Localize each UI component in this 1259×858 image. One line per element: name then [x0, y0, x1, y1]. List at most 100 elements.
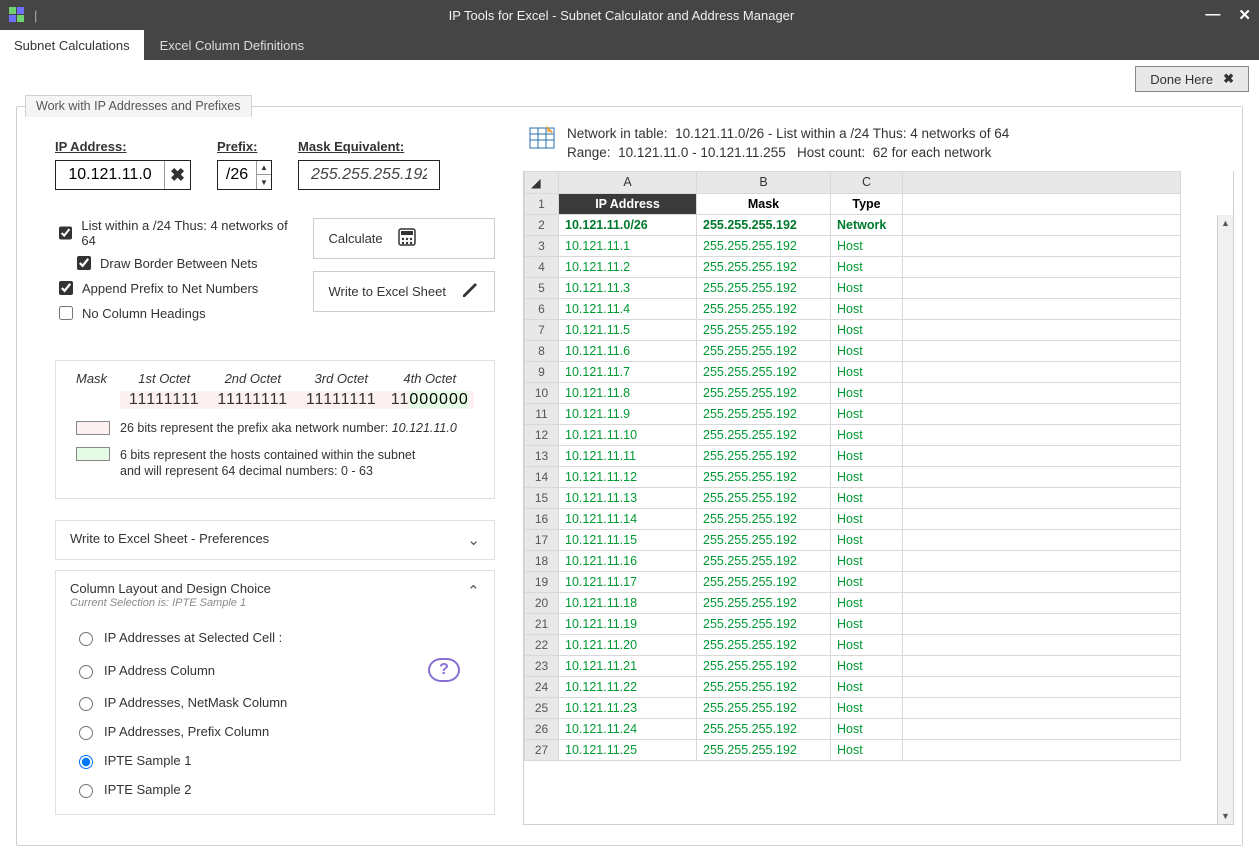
- row-header[interactable]: 17: [525, 529, 559, 550]
- table-row[interactable]: 1710.121.11.15255.255.255.192Host: [525, 529, 1181, 550]
- help-icon[interactable]: ?: [428, 658, 460, 682]
- table-row[interactable]: 1810.121.11.16255.255.255.192Host: [525, 550, 1181, 571]
- chk-no-column-headings[interactable]: [59, 306, 73, 320]
- row-header[interactable]: 23: [525, 655, 559, 676]
- cell-mask[interactable]: 255.255.255.192: [697, 445, 831, 466]
- row-header[interactable]: 13: [525, 445, 559, 466]
- table-row[interactable]: 1910.121.11.17255.255.255.192Host: [525, 571, 1181, 592]
- row-header[interactable]: 16: [525, 508, 559, 529]
- cell-ip[interactable]: 10.121.11.10: [559, 424, 697, 445]
- cell-type[interactable]: Host: [831, 697, 903, 718]
- cell-ip[interactable]: 10.121.11.14: [559, 508, 697, 529]
- cell-ip[interactable]: 10.121.11.17: [559, 571, 697, 592]
- row-header[interactable]: 19: [525, 571, 559, 592]
- cell-type[interactable]: Host: [831, 298, 903, 319]
- ip-address-input[interactable]: [56, 166, 164, 184]
- table-row[interactable]: 1110.121.11.9255.255.255.192Host: [525, 403, 1181, 424]
- cell-ip[interactable]: 10.121.11.8: [559, 382, 697, 403]
- cell-type[interactable]: Host: [831, 676, 903, 697]
- tab-subnet-calculations[interactable]: Subnet Calculations: [0, 30, 144, 60]
- col-header-b[interactable]: B: [697, 171, 831, 193]
- cell-ip[interactable]: 10.121.11.13: [559, 487, 697, 508]
- cell-mask[interactable]: 255.255.255.192: [697, 613, 831, 634]
- tab-excel-column-definitions[interactable]: Excel Column Definitions: [146, 30, 319, 60]
- cell-ip[interactable]: 10.121.11.4: [559, 298, 697, 319]
- cell-ip[interactable]: 10.121.11.20: [559, 634, 697, 655]
- row-header[interactable]: 25: [525, 697, 559, 718]
- cell-mask[interactable]: 255.255.255.192: [697, 634, 831, 655]
- row-header[interactable]: 2: [525, 214, 559, 235]
- radio-ipte-sample-1[interactable]: [79, 755, 93, 769]
- radio-ip-at-cell[interactable]: [79, 632, 93, 646]
- cell-type[interactable]: Host: [831, 592, 903, 613]
- cell-ip[interactable]: 10.121.11.3: [559, 277, 697, 298]
- row-header[interactable]: 24: [525, 676, 559, 697]
- table-row[interactable]: 2610.121.11.24255.255.255.192Host: [525, 718, 1181, 739]
- cell-ip[interactable]: 10.121.11.22: [559, 676, 697, 697]
- row-header[interactable]: 14: [525, 466, 559, 487]
- cell-ip[interactable]: 10.121.11.1: [559, 235, 697, 256]
- col-header-blank[interactable]: [903, 171, 1181, 193]
- cell-type[interactable]: Host: [831, 613, 903, 634]
- scroll-down-icon[interactable]: ▼: [1218, 808, 1233, 824]
- chk-append-prefix[interactable]: [59, 281, 73, 295]
- prefix-input[interactable]: [218, 166, 256, 184]
- cell-mask[interactable]: 255.255.255.192: [697, 697, 831, 718]
- cell-mask[interactable]: 255.255.255.192: [697, 676, 831, 697]
- table-row[interactable]: 310.121.11.1255.255.255.192Host: [525, 235, 1181, 256]
- table-row[interactable]: 210.121.11.0/26255.255.255.192Network: [525, 214, 1181, 235]
- cell-mask[interactable]: 255.255.255.192: [697, 592, 831, 613]
- cell-type[interactable]: Host: [831, 382, 903, 403]
- cell-ip[interactable]: 10.121.11.2: [559, 256, 697, 277]
- table-row[interactable]: 2410.121.11.22255.255.255.192Host: [525, 676, 1181, 697]
- cell-type[interactable]: Host: [831, 571, 903, 592]
- row-header[interactable]: 7: [525, 319, 559, 340]
- cell-ip[interactable]: 10.121.11.6: [559, 340, 697, 361]
- table-row[interactable]: 710.121.11.5255.255.255.192Host: [525, 319, 1181, 340]
- row-header[interactable]: 27: [525, 739, 559, 760]
- row-header[interactable]: 20: [525, 592, 559, 613]
- table-row[interactable]: 2310.121.11.21255.255.255.192Host: [525, 655, 1181, 676]
- done-here-button[interactable]: Done Here ✖: [1135, 66, 1249, 92]
- table-row[interactable]: 1410.121.11.12255.255.255.192Host: [525, 466, 1181, 487]
- row-header[interactable]: 15: [525, 487, 559, 508]
- cell-mask[interactable]: 255.255.255.192: [697, 277, 831, 298]
- table-row[interactable]: 810.121.11.6255.255.255.192Host: [525, 340, 1181, 361]
- cell-mask[interactable]: 255.255.255.192: [697, 256, 831, 277]
- row-header[interactable]: 26: [525, 718, 559, 739]
- header-type[interactable]: Type: [831, 193, 903, 214]
- cell-mask[interactable]: 255.255.255.192: [697, 655, 831, 676]
- cell-ip[interactable]: 10.121.11.15: [559, 529, 697, 550]
- prefix-spin-up[interactable]: ▲: [257, 161, 271, 175]
- cell-mask[interactable]: 255.255.255.192: [697, 466, 831, 487]
- clear-ip-icon[interactable]: ✖: [164, 161, 190, 189]
- minimize-icon[interactable]: —: [1205, 6, 1220, 24]
- table-row[interactable]: 410.121.11.2255.255.255.192Host: [525, 256, 1181, 277]
- cell-type[interactable]: Host: [831, 424, 903, 445]
- radio-ip-prefix[interactable]: [79, 726, 93, 740]
- cell-ip[interactable]: 10.121.11.11: [559, 445, 697, 466]
- cell-ip[interactable]: 10.121.11.5: [559, 319, 697, 340]
- cell-ip[interactable]: 10.121.11.7: [559, 361, 697, 382]
- scroll-up-icon[interactable]: ▲: [1218, 215, 1233, 231]
- cell-type[interactable]: Host: [831, 655, 903, 676]
- cell-mask[interactable]: 255.255.255.192: [697, 382, 831, 403]
- cell-type[interactable]: Host: [831, 277, 903, 298]
- table-row[interactable]: 910.121.11.7255.255.255.192Host: [525, 361, 1181, 382]
- table-row[interactable]: 2010.121.11.18255.255.255.192Host: [525, 592, 1181, 613]
- cell-mask[interactable]: 255.255.255.192: [697, 361, 831, 382]
- row-header[interactable]: 18: [525, 550, 559, 571]
- cell-type[interactable]: Network: [831, 214, 903, 235]
- row-header[interactable]: 1: [525, 193, 559, 214]
- panel-write-preferences-header[interactable]: Write to Excel Sheet - Preferences ⌄: [56, 521, 494, 559]
- cell-type[interactable]: Host: [831, 256, 903, 277]
- row-header[interactable]: 21: [525, 613, 559, 634]
- cell-ip[interactable]: 10.121.11.12: [559, 466, 697, 487]
- cell-type[interactable]: Host: [831, 340, 903, 361]
- cell-ip[interactable]: 10.121.11.23: [559, 697, 697, 718]
- close-icon[interactable]: ✕: [1238, 6, 1251, 24]
- table-row[interactable]: 2710.121.11.25255.255.255.192Host: [525, 739, 1181, 760]
- radio-ipte-sample-2[interactable]: [79, 784, 93, 798]
- table-row[interactable]: 510.121.11.3255.255.255.192Host: [525, 277, 1181, 298]
- row-header[interactable]: 9: [525, 361, 559, 382]
